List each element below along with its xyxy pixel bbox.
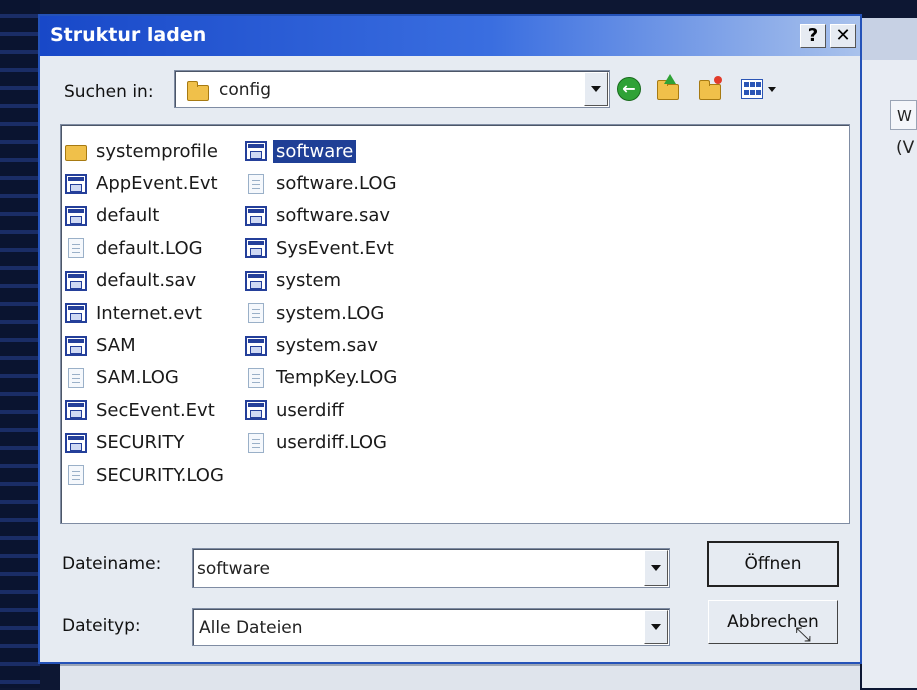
file-name: default.LOG [96,237,203,259]
list-item[interactable]: userdiff [245,394,400,426]
lookin-dropdown[interactable]: config [174,70,610,108]
document-icon [248,303,264,324]
document-icon [248,367,264,388]
file-column-2: software software.LOG software.sav SysEvent… [245,135,400,459]
background-window-titlebar [862,18,917,60]
close-button[interactable]: ✕ [830,24,856,48]
list-item[interactable]: TempKey.LOG [245,362,400,394]
file-name: TempKey.LOG [276,367,398,389]
file-name: system.LOG [276,302,385,324]
file-name: SAM [96,335,136,357]
file-name: system.sav [276,335,378,357]
document-icon [248,432,264,453]
filetype-label: Dateityp: [62,616,141,636]
list-item[interactable]: default [65,200,227,232]
background-column-header: W [890,100,917,130]
file-name: software.LOG [276,173,397,195]
list-item[interactable]: system.LOG [245,297,400,329]
registry-file-icon [245,400,267,421]
registry-file-icon [65,303,87,324]
filename-dropdown-button[interactable] [644,550,668,586]
list-item[interactable]: software.LOG [245,167,400,199]
list-item[interactable]: systemprofile [65,135,227,167]
registry-file-icon [245,270,267,291]
file-name: software [273,139,357,163]
list-item[interactable]: Internet.evt [65,297,227,329]
folder-icon [65,144,87,161]
filename-value[interactable]: software [197,559,270,579]
list-item[interactable]: userdiff.LOG [245,427,400,459]
list-item[interactable]: default.LOG [65,232,227,264]
list-item[interactable]: AppEvent.Evt [65,167,227,199]
registry-file-icon [245,141,267,162]
lookin-dropdown-button[interactable] [584,72,608,106]
file-name: system [276,270,342,292]
back-icon[interactable]: ← [614,74,644,104]
file-name: SysEvent.Evt [276,237,394,259]
registry-file-icon [245,335,267,356]
desktop-background [0,0,40,688]
file-name: AppEvent.Evt [96,173,218,195]
list-item[interactable]: SecEvent.Evt [65,394,227,426]
list-item[interactable]: default.sav [65,265,227,297]
up-folder-icon[interactable] [654,74,684,104]
document-icon [68,367,84,388]
document-icon [248,173,264,194]
folder-icon [187,81,209,101]
document-icon [68,465,84,486]
registry-file-icon [65,173,87,194]
file-name: SAM.LOG [96,367,179,389]
dialog-title: Struktur laden [50,24,207,46]
file-name: SecEvent.Evt [96,399,215,421]
list-item[interactable]: SECURITY.LOG [65,459,227,491]
file-name: default.sav [96,270,197,292]
registry-file-icon [245,205,267,226]
lookin-value: config [219,80,272,100]
cancel-button[interactable]: Abbrechen [708,600,838,644]
filetype-dropdown-button[interactable] [644,610,668,644]
file-name: SECURITY.LOG [96,464,224,486]
file-name: systemprofile [96,140,218,162]
dialog-titlebar[interactable]: Struktur laden ? ✕ [40,16,860,56]
list-item[interactable]: SysEvent.Evt [245,232,400,264]
view-menu-icon[interactable] [738,74,782,104]
list-item[interactable]: system [245,265,400,297]
registry-file-icon [65,400,87,421]
list-item[interactable]: software [245,135,400,167]
filetype-dropdown[interactable]: Alle Dateien [192,608,670,646]
file-name: SECURITY [96,432,185,454]
document-icon [68,238,84,259]
registry-file-icon [65,205,87,226]
file-name: userdiff.LOG [276,432,387,454]
background-window-bottom [60,664,860,690]
filename-input[interactable]: software [192,548,670,588]
list-item[interactable]: software.sav [245,200,400,232]
registry-file-icon [65,432,87,453]
file-name: software.sav [276,205,391,227]
file-column-1: systemprofile AppEvent.Evt default default.… [65,135,227,491]
file-name: userdiff [276,399,344,421]
registry-file-icon [245,238,267,259]
filename-label: Dateiname: [62,554,162,574]
lookin-label: Suchen in: [64,82,154,102]
file-list[interactable]: systemprofile AppEvent.Evt default default.… [60,124,850,524]
registry-file-icon [65,270,87,291]
list-item[interactable]: system.sav [245,329,400,361]
open-button[interactable]: Öffnen [707,541,839,587]
new-folder-icon[interactable] [696,74,726,104]
background-cell-text: (V [896,138,915,158]
filetype-value: Alle Dateien [199,618,303,638]
registry-file-icon [65,335,87,356]
resize-grip-icon[interactable] [795,622,815,646]
list-item[interactable]: SAM.LOG [65,362,227,394]
help-button[interactable]: ? [800,24,826,48]
list-item[interactable]: SAM [65,329,227,361]
list-item[interactable]: SECURITY [65,427,227,459]
file-name: default [96,205,160,227]
file-name: Internet.evt [96,302,202,324]
open-dialog: Struktur laden ? ✕ Suchen in: config ← s… [38,14,862,664]
